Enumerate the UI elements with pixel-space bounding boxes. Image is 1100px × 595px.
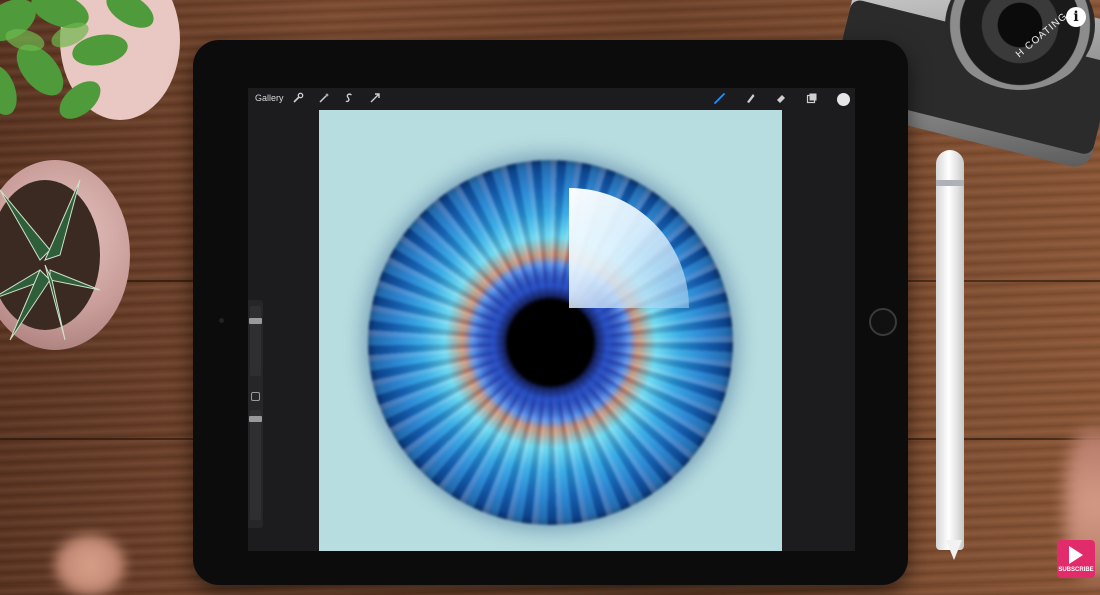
- arrow-transform-icon[interactable]: [368, 92, 382, 106]
- gallery-button[interactable]: Gallery: [255, 93, 284, 103]
- selection-s-icon[interactable]: [342, 92, 356, 106]
- opacity-slider[interactable]: [249, 410, 262, 520]
- left-hand: [55, 535, 125, 595]
- layers-icon[interactable]: [805, 92, 819, 106]
- pencil-tip: [946, 540, 962, 560]
- brush-size-slider[interactable]: [249, 306, 262, 376]
- ipad-camera: [219, 318, 224, 323]
- color-picker-button[interactable]: [837, 93, 850, 106]
- plant-leaves: [0, 0, 180, 120]
- subscribe-button[interactable]: SUBSCRIBE: [1057, 540, 1095, 578]
- procreate-screen: Gallery: [248, 88, 855, 551]
- eraser-icon[interactable]: [774, 92, 788, 106]
- apple-pencil: [936, 150, 964, 550]
- opacity-knob[interactable]: [249, 416, 262, 422]
- play-icon: [1069, 546, 1083, 564]
- subscribe-label: SUBSCRIBE: [1058, 567, 1094, 573]
- top-toolbar: Gallery: [248, 88, 855, 110]
- info-icon[interactable]: i: [1066, 7, 1086, 27]
- home-button[interactable]: [869, 308, 897, 336]
- wrench-icon[interactable]: [291, 92, 305, 106]
- modify-button[interactable]: [251, 392, 260, 401]
- brush-size-knob[interactable]: [249, 318, 262, 324]
- magic-wand-icon[interactable]: [317, 92, 331, 106]
- succulent-plant: [0, 179, 101, 341]
- drawing-canvas[interactable]: [319, 110, 782, 551]
- eye-iris-artwork: [368, 160, 733, 525]
- left-sidebar: [248, 300, 263, 528]
- smudge-icon[interactable]: [743, 92, 757, 106]
- brush-icon[interactable]: [712, 92, 726, 106]
